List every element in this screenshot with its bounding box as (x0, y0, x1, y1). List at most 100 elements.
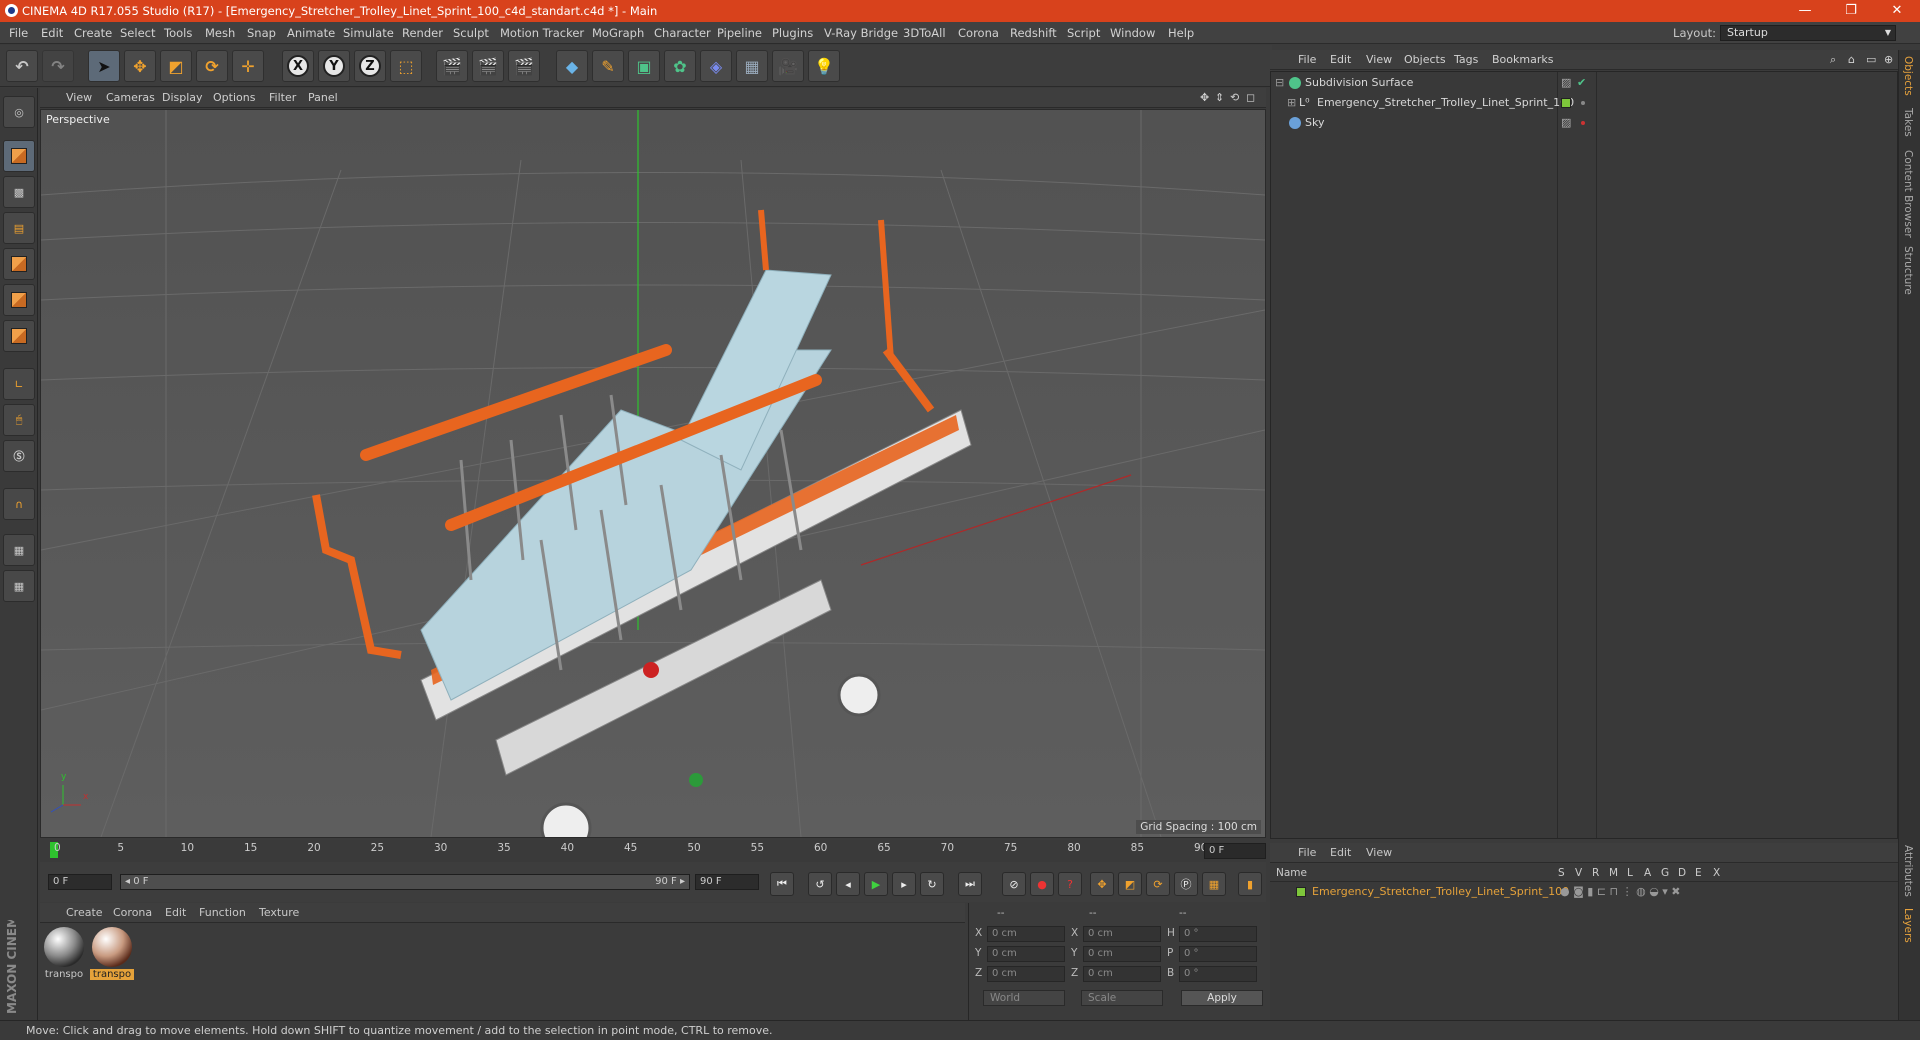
texture-mode-button[interactable]: ▩ (3, 176, 35, 208)
model-mode-button[interactable] (3, 140, 35, 172)
position-y-field[interactable]: 0 cm (987, 946, 1065, 962)
render-picture-viewer-button[interactable]: 🎬 (472, 50, 504, 82)
add-light-button[interactable]: 💡 (808, 50, 840, 82)
key-position-button[interactable]: ✥ (1090, 872, 1114, 896)
points-mode-button[interactable] (3, 248, 35, 280)
current-frame-field[interactable]: 0 F (1204, 843, 1266, 859)
menu-corona[interactable]: Corona (958, 22, 999, 44)
menu-sculpt[interactable]: Sculpt (453, 22, 489, 44)
material-swatch[interactable]: transpo (42, 927, 86, 980)
record-keys-button[interactable]: ● (1030, 872, 1054, 896)
layer-col-deformers[interactable]: D (1678, 864, 1686, 882)
object-menu-file[interactable]: File (1298, 50, 1316, 70)
menu-window[interactable]: Window (1110, 22, 1155, 44)
coordinate-mode-select[interactable]: World (983, 990, 1065, 1006)
menu-pipeline[interactable]: Pipeline (717, 22, 762, 44)
transform-tool-button[interactable]: ✛ (232, 50, 264, 82)
menu-animate[interactable]: Animate (287, 22, 335, 44)
position-z-field[interactable]: 0 cm (987, 966, 1065, 982)
collapse-icon[interactable]: ▭ (1866, 50, 1876, 70)
viewport-menu-cameras[interactable]: Cameras (106, 88, 155, 108)
key-scale-button[interactable]: ◩ (1118, 872, 1142, 896)
menu-mograph[interactable]: MoGraph (592, 22, 644, 44)
make-editable-button[interactable]: ◎ (3, 96, 35, 128)
material-swatch-selected[interactable]: transpo (90, 927, 134, 980)
visibility-dot-icon[interactable] (1581, 101, 1585, 105)
viewport-menu-view[interactable]: View (66, 88, 92, 108)
menu-render[interactable]: Render (402, 22, 443, 44)
side-tab-content-browser[interactable]: Content Browser (1902, 150, 1914, 238)
side-tab-attributes[interactable]: Attributes (1902, 845, 1914, 897)
menu-mesh[interactable]: Mesh (205, 22, 235, 44)
menu-motion-tracker[interactable]: Motion Tracker (500, 22, 584, 44)
add-floor-button[interactable]: ▦ (736, 50, 768, 82)
axis-mode-button[interactable]: ∟ (3, 368, 35, 400)
object-menu-objects[interactable]: Objects (1404, 50, 1446, 70)
expand-plus-icon[interactable]: ⊞ (1287, 93, 1296, 113)
side-tab-structure[interactable]: Structure (1902, 246, 1914, 295)
viewport-pan-icon[interactable]: ✥ (1200, 88, 1209, 108)
object-menu-view[interactable]: View (1366, 50, 1392, 70)
object-menu-tags[interactable]: Tags (1454, 50, 1478, 70)
enabled-check-icon[interactable]: ✔ (1577, 73, 1586, 93)
layer-toggle-icons[interactable]: ● ◙ ▮ ⊏ ⊓ ⋮ ◍ ◒ ▾ ✖ (1560, 882, 1681, 902)
add-pen-spline-button[interactable]: ✎ (592, 50, 624, 82)
material-menu-create[interactable]: Create (66, 903, 103, 923)
layer-col-xref[interactable]: X (1713, 864, 1720, 882)
y-axis-lock-button[interactable]: Y (318, 50, 350, 82)
select-tool-button[interactable]: ➤ (88, 50, 120, 82)
add-camera-button[interactable]: 🎥 (772, 50, 804, 82)
position-x-field[interactable]: 0 cm (987, 926, 1065, 942)
z-axis-lock-button[interactable]: Z (354, 50, 386, 82)
object-row-subdivision-surface[interactable]: ⊟ Subdivision Surface ▨ ✔ (1271, 73, 1897, 93)
search-icon[interactable]: ⌕ (1830, 50, 1836, 70)
side-tab-layers[interactable]: Layers (1902, 908, 1914, 943)
menu-create[interactable]: Create (74, 22, 112, 44)
layer-col-animation[interactable]: A (1644, 864, 1651, 882)
rotation-h-field[interactable]: 0 ° (1179, 926, 1257, 942)
timeline-ruler[interactable]: 0 5 10 15 20 25 30 35 40 45 50 55 60 65 70 75 80 85 90 0 F (40, 840, 1266, 862)
layer-menu-file[interactable]: File (1298, 843, 1316, 863)
menu-help[interactable]: Help (1168, 22, 1194, 44)
start-frame-field[interactable]: 0 F (48, 874, 112, 890)
layer-col-name[interactable]: Name (1276, 864, 1307, 882)
material-menu-edit[interactable]: Edit (165, 903, 186, 923)
viewport-dolly-icon[interactable]: ⇕ (1215, 88, 1224, 108)
go-to-end-button[interactable]: ⏭ (958, 872, 982, 896)
tweak-mode-button[interactable]: 🖱 (3, 404, 35, 436)
layer-menu-edit[interactable]: Edit (1330, 843, 1351, 863)
add-mograph-button[interactable]: ✿ (664, 50, 696, 82)
layer-col-view[interactable]: V (1575, 864, 1582, 882)
workplane-align-button[interactable]: ▦ (3, 570, 35, 602)
menu-3dtoall[interactable]: 3DToAll (903, 22, 946, 44)
layer-col-locked[interactable]: L (1627, 864, 1633, 882)
render-view-button[interactable]: 🎬 (436, 50, 468, 82)
undo-button[interactable]: ↶ (6, 50, 38, 82)
menu-select[interactable]: Select (120, 22, 155, 44)
object-menu-bookmarks[interactable]: Bookmarks (1492, 50, 1553, 70)
render-visibility-dot-icon[interactable] (1581, 121, 1585, 125)
menu-tools[interactable]: Tools (164, 22, 192, 44)
maximize-button[interactable]: ❐ (1828, 0, 1874, 22)
size-z-field[interactable]: 0 cm (1083, 966, 1161, 982)
object-row-stretcher[interactable]: ⊞ L⁰ Emergency_Stretcher_Trolley_Linet_S… (1271, 93, 1897, 113)
layer-row[interactable]: Emergency_Stretcher_Trolley_Linet_Sprint… (1270, 882, 1896, 902)
menu-file[interactable]: File (9, 22, 28, 44)
snap-button[interactable]: Ⓢ (3, 440, 35, 472)
material-menu-corona[interactable]: Corona (113, 903, 152, 923)
layer-menu-view[interactable]: View (1366, 843, 1392, 863)
layer-col-render[interactable]: R (1592, 864, 1599, 882)
home-icon[interactable]: ⌂ (1848, 50, 1855, 70)
scale-tool-button[interactable]: ◩ (160, 50, 192, 82)
previous-frame-button[interactable]: ◂ (836, 872, 860, 896)
expand-minus-icon[interactable]: ⊟ (1275, 73, 1284, 93)
size-x-field[interactable]: 0 cm (1083, 926, 1161, 942)
pin-icon[interactable]: ⊕ (1884, 50, 1893, 70)
size-y-field[interactable]: 0 cm (1083, 946, 1161, 962)
layer-col-manager[interactable]: M (1609, 864, 1618, 882)
key-rotation-button[interactable]: ⟳ (1146, 872, 1170, 896)
layer-color-tag[interactable] (1561, 98, 1571, 108)
menu-vray-bridge[interactable]: V-Ray Bridge (824, 22, 898, 44)
viewport-menu-filter[interactable]: Filter (269, 88, 296, 108)
3d-viewport[interactable]: Perspective y x Grid Spacing : 100 cm (40, 109, 1266, 838)
